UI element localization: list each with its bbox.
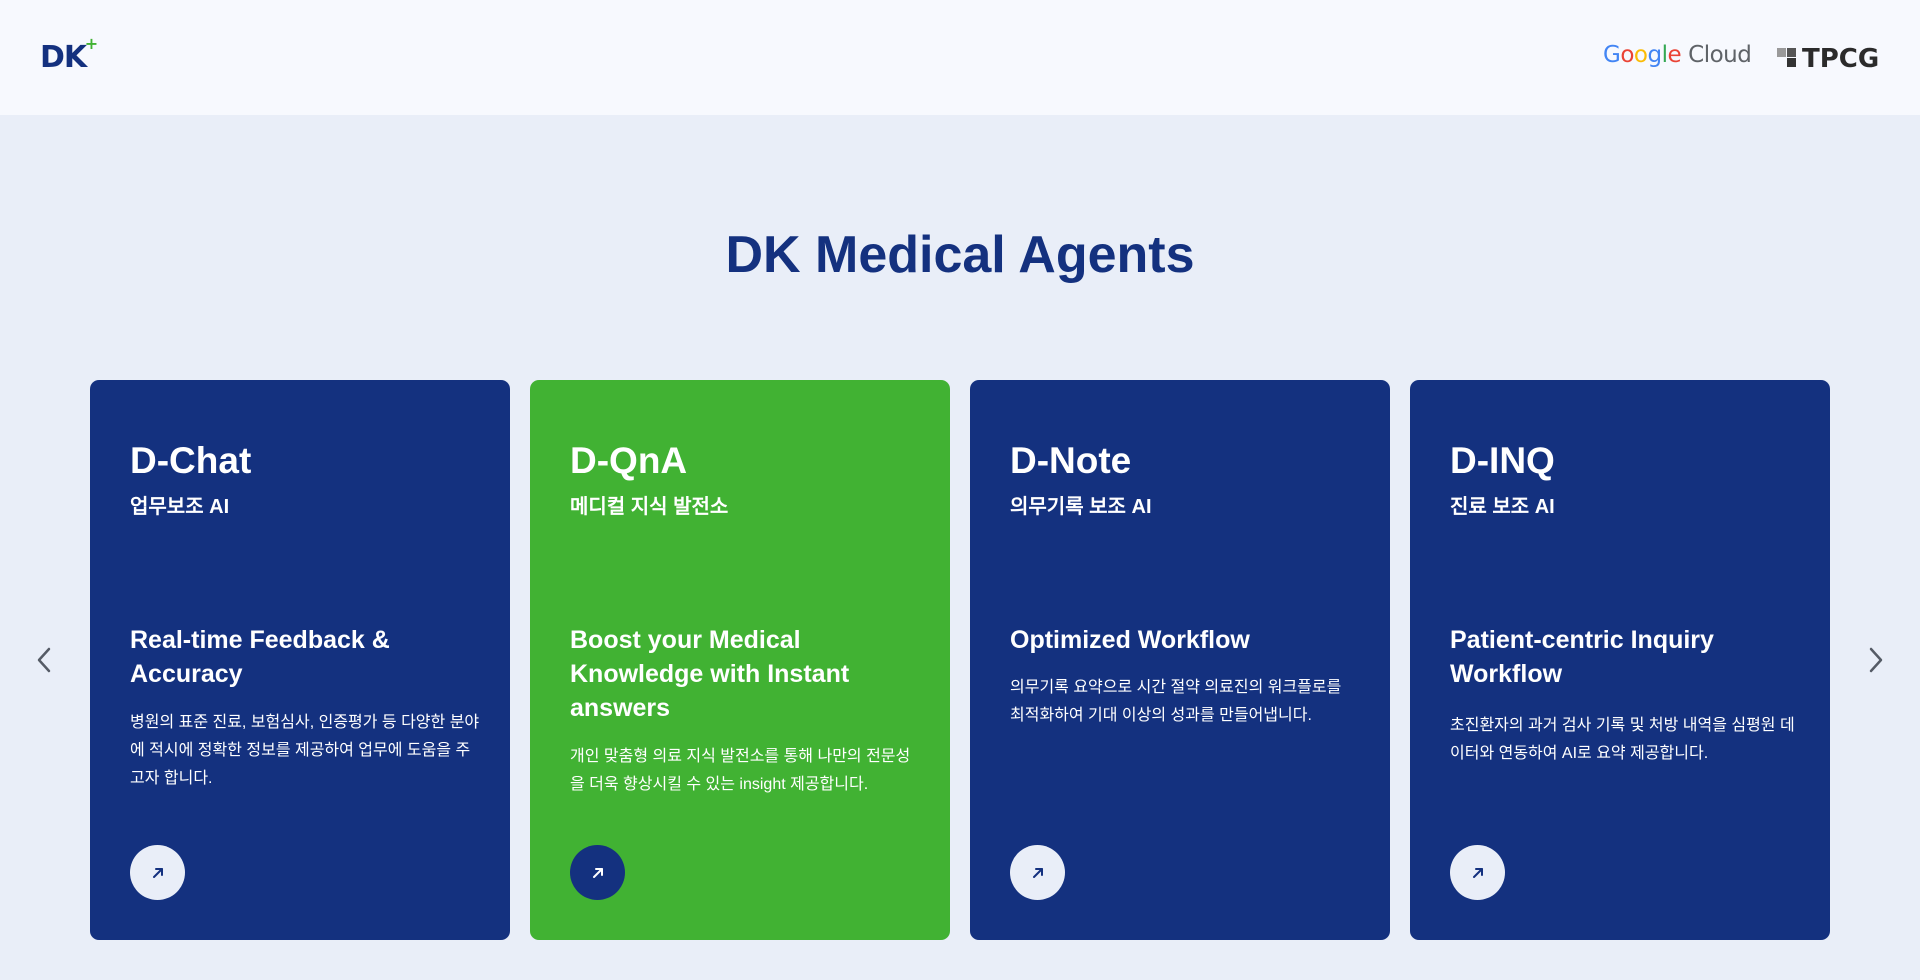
google-letter-o2: o	[1633, 42, 1648, 68]
chevron-right-icon	[1869, 647, 1883, 673]
card-description: 초진환자의 과거 검사 기록 및 처방 내역을 심평원 데이터와 연동하여 AI…	[1450, 717, 1795, 762]
card-heading: Real-time Feedback & Accuracy	[130, 626, 390, 688]
card-open-button[interactable]	[130, 845, 185, 900]
tpcg-label: TPCG	[1802, 44, 1880, 74]
card-heading: Optimized Workflow	[1010, 626, 1250, 654]
tpcg-squares-icon	[1777, 48, 1799, 70]
carousel-prev-button[interactable]	[28, 643, 62, 677]
tpcg-logo: TPCG	[1777, 44, 1879, 74]
dk-logo-plus: +	[84, 34, 98, 53]
agent-card-d-note[interactable]: D-Note 의무기록 보조 AI Optimized Workflow 의무기…	[970, 380, 1390, 940]
agent-card-d-chat[interactable]: D-Chat 업무보조 AI Real-time Feedback & Accu…	[90, 380, 510, 940]
arrow-up-right-icon	[592, 867, 603, 878]
card-title: D-QnA	[570, 440, 688, 481]
carousel-next-button[interactable]	[1858, 643, 1892, 677]
card-subtitle: 메디컬 지식 발전소	[570, 496, 729, 518]
card-subtitle: 업무보조 AI	[130, 496, 230, 518]
agent-card-d-inq[interactable]: D-INQ 진료 보조 AI Patient-centric Inquiry W…	[1410, 380, 1830, 940]
card-subtitle: 진료 보조 AI	[1450, 496, 1555, 518]
google-letter-e: e	[1667, 42, 1682, 68]
arrow-up-right-icon	[1472, 867, 1483, 878]
google-cloud-label: Cloud	[1688, 42, 1752, 68]
card-title: D-Note	[1010, 440, 1132, 481]
google-letter-o1: o	[1620, 42, 1634, 68]
dk-logo-text: DK	[40, 40, 87, 75]
card-description: 병원의 표준 진료, 보험심사, 인증평가 등 다양한 분야에 적시에 정확한 …	[130, 714, 480, 787]
google-cloud-logo: Google Cloud	[1603, 42, 1752, 68]
arrow-up-right-icon	[1032, 867, 1043, 878]
card-heading: Boost your Medical Knowledge with Instan…	[570, 626, 850, 722]
arrow-up-right-icon	[152, 867, 163, 878]
card-description: 개인 맞춤형 의료 지식 발전소를 통해 나만의 전문성을 더욱 향상시킬 수 …	[570, 748, 911, 793]
page-title: DK Medical Agents	[725, 226, 1195, 284]
card-open-button[interactable]	[1010, 845, 1065, 900]
card-heading: Patient-centric Inquiry Workflow	[1450, 626, 1714, 688]
card-open-button[interactable]	[570, 845, 625, 900]
dk-logo[interactable]: DK +	[40, 34, 98, 75]
card-subtitle: 의무기록 보조 AI	[1010, 496, 1152, 518]
chevron-left-icon	[37, 647, 51, 673]
top-header: DK + Google Cloud TPCG	[0, 0, 1920, 115]
card-title: D-INQ	[1450, 440, 1555, 481]
agent-card-d-qna[interactable]: D-QnA 메디컬 지식 발전소 Boost your Medical Know…	[530, 380, 950, 940]
card-title: D-Chat	[130, 440, 252, 481]
google-letter-g2: g	[1647, 42, 1662, 68]
card-open-button[interactable]	[1450, 845, 1505, 900]
card-description: 의무기록 요약으로 시간 절약 의료진의 워크플로를 최적화하여 기대 이상의 …	[1010, 679, 1342, 724]
google-letter-g: G	[1603, 42, 1621, 68]
